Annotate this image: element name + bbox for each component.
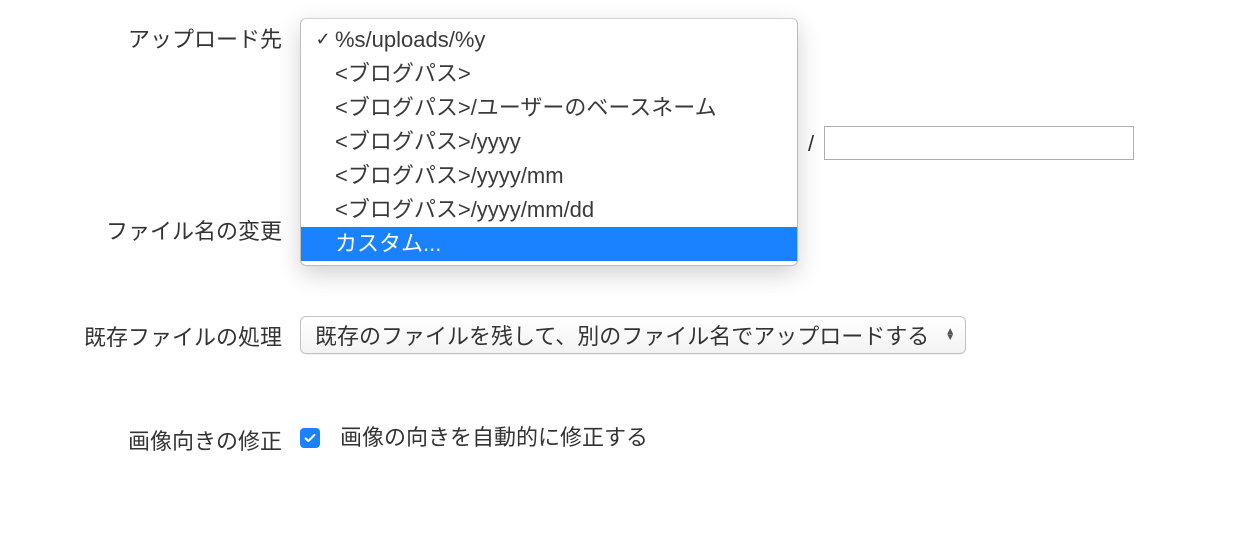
checkmark-icon: ✓	[311, 26, 335, 54]
existing-file-label: 既存ファイルの処理	[0, 316, 300, 352]
upload-dest-option-label: <ブログパス>/ユーザーのベースネーム	[335, 91, 779, 125]
image-orientation-label: 画像向きの修正	[0, 420, 300, 456]
upload-dest-label: アップロード先	[0, 18, 300, 54]
upload-dest-option-label: <ブログパス>/yyyy/mm	[335, 159, 779, 193]
upload-dest-option-label: <ブログパス>/yyyy	[335, 125, 779, 159]
rename-file-label: ファイル名の変更	[0, 210, 300, 246]
existing-file-select-value: 既存のファイルを残して、別のファイル名でアップロードする	[315, 319, 929, 351]
auto-orientation-checkbox-label: 画像の向きを自動的に修正する	[340, 420, 648, 452]
path-separator: /	[808, 127, 814, 157]
upload-dest-option[interactable]: <ブログパス>/yyyy	[301, 125, 797, 159]
upload-dest-option[interactable]: <ブログパス>/ユーザーのベースネーム	[301, 91, 797, 125]
upload-dest-option-label: <ブログパス>	[335, 57, 779, 91]
updown-caret-icon: ▲▼	[939, 329, 955, 341]
upload-dest-option[interactable]: <ブログパス>	[301, 57, 797, 91]
auto-orientation-checkbox[interactable]	[300, 428, 320, 448]
existing-file-select[interactable]: 既存のファイルを残して、別のファイル名でアップロードする ▲▼	[300, 316, 966, 354]
upload-path-suffix-input[interactable]	[824, 126, 1134, 160]
upload-dest-option-label: %s/uploads/%y	[335, 23, 779, 57]
upload-dest-option[interactable]: ✓%s/uploads/%y	[301, 23, 797, 57]
upload-dest-option[interactable]: <ブログパス>/yyyy/mm	[301, 159, 797, 193]
checkmark-icon	[303, 431, 317, 445]
